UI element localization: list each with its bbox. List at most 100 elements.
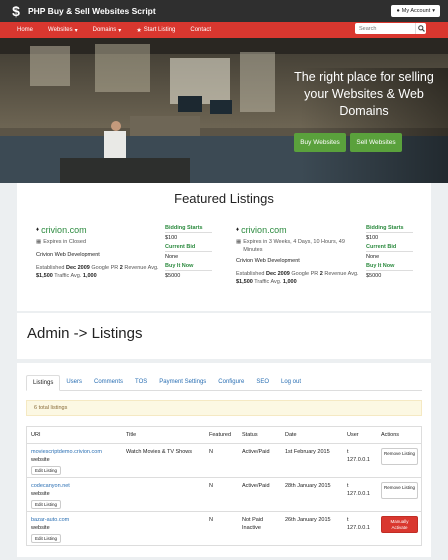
nav-start-listing[interactable]: ★ Start Listing: [136, 27, 175, 34]
col-status: Status: [242, 432, 258, 438]
listing-owner: Crivion Web Development: [236, 258, 300, 264]
featured-listing: ♦ crivion.com ▦ Expires in Closed Crivion …: [36, 225, 176, 280]
current-bid-value: None: [366, 254, 380, 260]
current-bid-value: None: [165, 254, 179, 260]
user-ip: 127.0.0.1: [347, 491, 370, 497]
total-listings-alert: 6 total listings: [26, 400, 422, 416]
listing-meta: Established Dec 2009 Google PR 2 Revenue…: [236, 270, 361, 286]
listing-uri-link[interactable]: moviescriptdemo.crivion.com: [31, 448, 123, 456]
listing-bid-info: Bidding Starts $100 Current Bid None Buy…: [165, 225, 212, 282]
nav-start-listing-label: Start Listing: [143, 27, 176, 33]
col-title: Title: [126, 432, 137, 438]
brand-name: PHP Buy & Sell Websites Script: [28, 6, 156, 16]
listing-status: Active/Paid: [242, 449, 270, 455]
cell-actions: Remove Listing: [381, 448, 421, 465]
listing-date: 26th January 2015: [285, 517, 331, 523]
buy-now-label[interactable]: Buy It Now: [165, 263, 212, 271]
established-value: Dec 2009: [265, 271, 290, 277]
brand[interactable]: $ PHP Buy & Sell Websites Script: [8, 3, 156, 19]
top-bar: $ PHP Buy & Sell Websites Script ● My Ac…: [0, 0, 448, 22]
my-account-label: My Account: [401, 8, 431, 14]
tab-users[interactable]: Users: [60, 375, 88, 390]
table-header-row: URI Title Featured Status Date User Acti…: [27, 427, 421, 443]
listing-bid-info: Bidding Starts $100 Current Bid None Buy…: [366, 225, 413, 282]
listing-uri-link[interactable]: codecanyon.net: [31, 482, 123, 490]
listing-expires: ▦ Expires in Closed: [36, 238, 176, 246]
user-name: t: [347, 517, 349, 523]
tab-comments[interactable]: Comments: [88, 375, 129, 390]
search-button[interactable]: [415, 23, 426, 34]
pr-value: 2: [319, 271, 323, 277]
established-label: Established: [236, 271, 265, 277]
tab-log-out[interactable]: Log out: [275, 375, 307, 390]
my-account-button[interactable]: ● My Account ▾: [391, 5, 440, 17]
user-icon: ●: [396, 8, 400, 14]
user-ip: 127.0.0.1: [347, 457, 370, 463]
caret-down-icon: ▾: [118, 27, 122, 34]
nav-websites[interactable]: Websites ▾: [48, 27, 78, 34]
star-icon: ★: [136, 27, 142, 34]
listing-type: website: [31, 491, 50, 497]
col-date: Date: [285, 432, 297, 438]
nav-contact-label: Contact: [190, 27, 212, 33]
listing-user: t 127.0.0.1: [347, 482, 377, 498]
user-name: t: [347, 449, 349, 455]
tab-listings[interactable]: Listings: [26, 375, 61, 391]
calendar-icon: ▦: [236, 239, 242, 245]
listing-owner: Crivion Web Development: [36, 252, 100, 258]
listing-featured: N: [209, 483, 213, 489]
featured-listing: ♦ crivion.com ▦ Expires in 3 Weeks, 4 Days…: [236, 225, 361, 286]
listing-featured: N: [209, 517, 213, 523]
current-bid-label: Current Bid: [366, 244, 413, 252]
tab-seo[interactable]: SEO: [250, 375, 275, 390]
hero-banner: The right place for selling your Website…: [0, 38, 448, 183]
tab-payment-settings[interactable]: Payment Settings: [153, 375, 212, 390]
edit-listing-button[interactable]: Edit Listing: [31, 466, 62, 475]
listing-domain[interactable]: ♦ crivion.com: [36, 225, 176, 235]
edit-listing-button[interactable]: Edit Listing: [31, 534, 62, 543]
pr-label: Google PR: [291, 271, 319, 277]
nav-domains[interactable]: Domains ▾: [93, 27, 122, 34]
tab-configure[interactable]: Configure: [212, 375, 250, 390]
cell-actions: Manually Activate: [381, 516, 421, 533]
tab-tos[interactable]: TOS: [129, 375, 153, 390]
table-row: codecanyon.net website Edit Listing N Ac…: [27, 477, 421, 511]
traffic-value: 1,000: [82, 273, 97, 279]
listing-user: t 127.0.0.1: [347, 448, 377, 464]
established-value: Dec 2009: [65, 265, 90, 271]
col-uri: URI: [31, 432, 41, 438]
col-featured: Featured: [209, 432, 232, 438]
cell-uri: bazar-auto.com website Edit Listing: [31, 516, 123, 543]
nav-home[interactable]: Home: [17, 27, 33, 33]
listings-table: URI Title Featured Status Date User Acti…: [26, 426, 422, 546]
nav-contact[interactable]: Contact: [190, 27, 211, 33]
bidding-starts-value: $100: [165, 235, 178, 241]
remove-listing-button[interactable]: Remove Listing: [381, 482, 418, 499]
buy-websites-button[interactable]: Buy Websites: [294, 133, 346, 152]
manually-activate-button[interactable]: Manually Activate: [381, 516, 418, 533]
nav-domains-label: Domains: [92, 27, 117, 33]
buy-now-label[interactable]: Buy It Now: [366, 263, 413, 271]
search-box: [355, 23, 415, 35]
traffic-label: Traffic Avg.: [54, 273, 82, 279]
caret-down-icon: ▾: [74, 27, 78, 34]
listing-domain-text: crivion.com: [41, 225, 87, 235]
cell-uri: moviescriptdemo.crivion.com website Edit…: [31, 448, 123, 475]
tag-icon: ♦: [36, 227, 40, 233]
hero-title: The right place for selling your Website…: [294, 70, 434, 118]
tag-icon: ♦: [236, 227, 240, 233]
cell-actions: Remove Listing: [381, 482, 421, 499]
user-name: t: [347, 483, 349, 489]
table-row: bazar-auto.com website Edit Listing N No…: [27, 511, 421, 545]
bidding-starts-value: $100: [366, 235, 379, 241]
edit-listing-button[interactable]: Edit Listing: [31, 500, 62, 509]
search-input[interactable]: [355, 23, 415, 35]
remove-listing-button[interactable]: Remove Listing: [381, 448, 418, 465]
listing-expires-text: Expires in Closed: [43, 239, 86, 245]
sell-websites-button[interactable]: Sell Websites: [350, 133, 402, 152]
listing-status: Not Paid Inactive: [242, 517, 264, 531]
established-label: Established: [36, 265, 65, 271]
listing-uri-link[interactable]: bazar-auto.com: [31, 516, 123, 524]
listing-domain[interactable]: ♦ crivion.com: [236, 225, 361, 235]
revenue-label: Revenue Avg.: [124, 265, 159, 271]
